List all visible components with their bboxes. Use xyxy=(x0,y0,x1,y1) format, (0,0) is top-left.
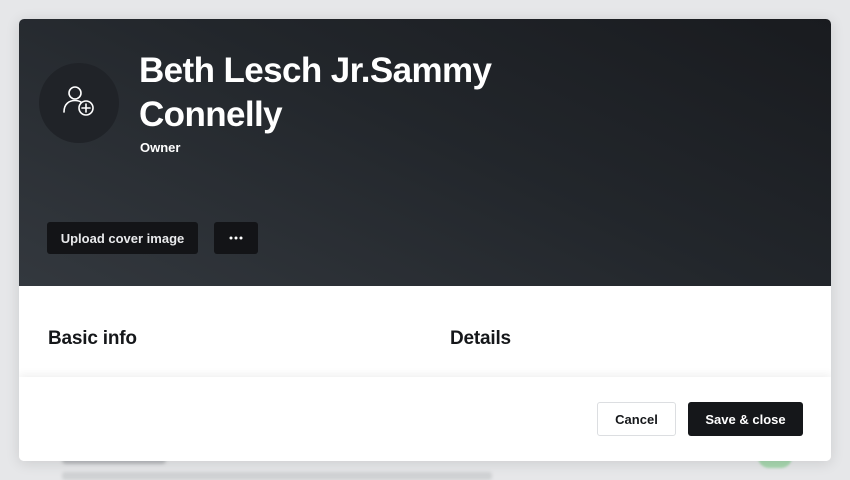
cover-image-area: Beth Lesch Jr.Sammy Connelly Owner Uploa… xyxy=(19,19,831,286)
avatar-upload[interactable] xyxy=(39,63,119,143)
profile-role: Owner xyxy=(140,140,181,155)
user-add-icon xyxy=(61,83,97,124)
cancel-button[interactable]: Cancel xyxy=(597,402,676,436)
basic-info-heading: Basic info xyxy=(48,328,137,349)
ellipsis-icon xyxy=(229,236,243,240)
details-heading: Details xyxy=(450,328,511,349)
background-text-blur xyxy=(62,472,492,480)
save-and-close-button[interactable]: Save & close xyxy=(688,402,803,436)
upload-cover-image-button[interactable]: Upload cover image xyxy=(47,222,198,254)
more-options-button[interactable] xyxy=(214,222,258,254)
profile-modal: Beth Lesch Jr.Sammy Connelly Owner Uploa… xyxy=(19,19,831,461)
modal-footer: Cancel Save & close xyxy=(19,377,831,461)
profile-name: Beth Lesch Jr.Sammy Connelly xyxy=(139,51,492,134)
